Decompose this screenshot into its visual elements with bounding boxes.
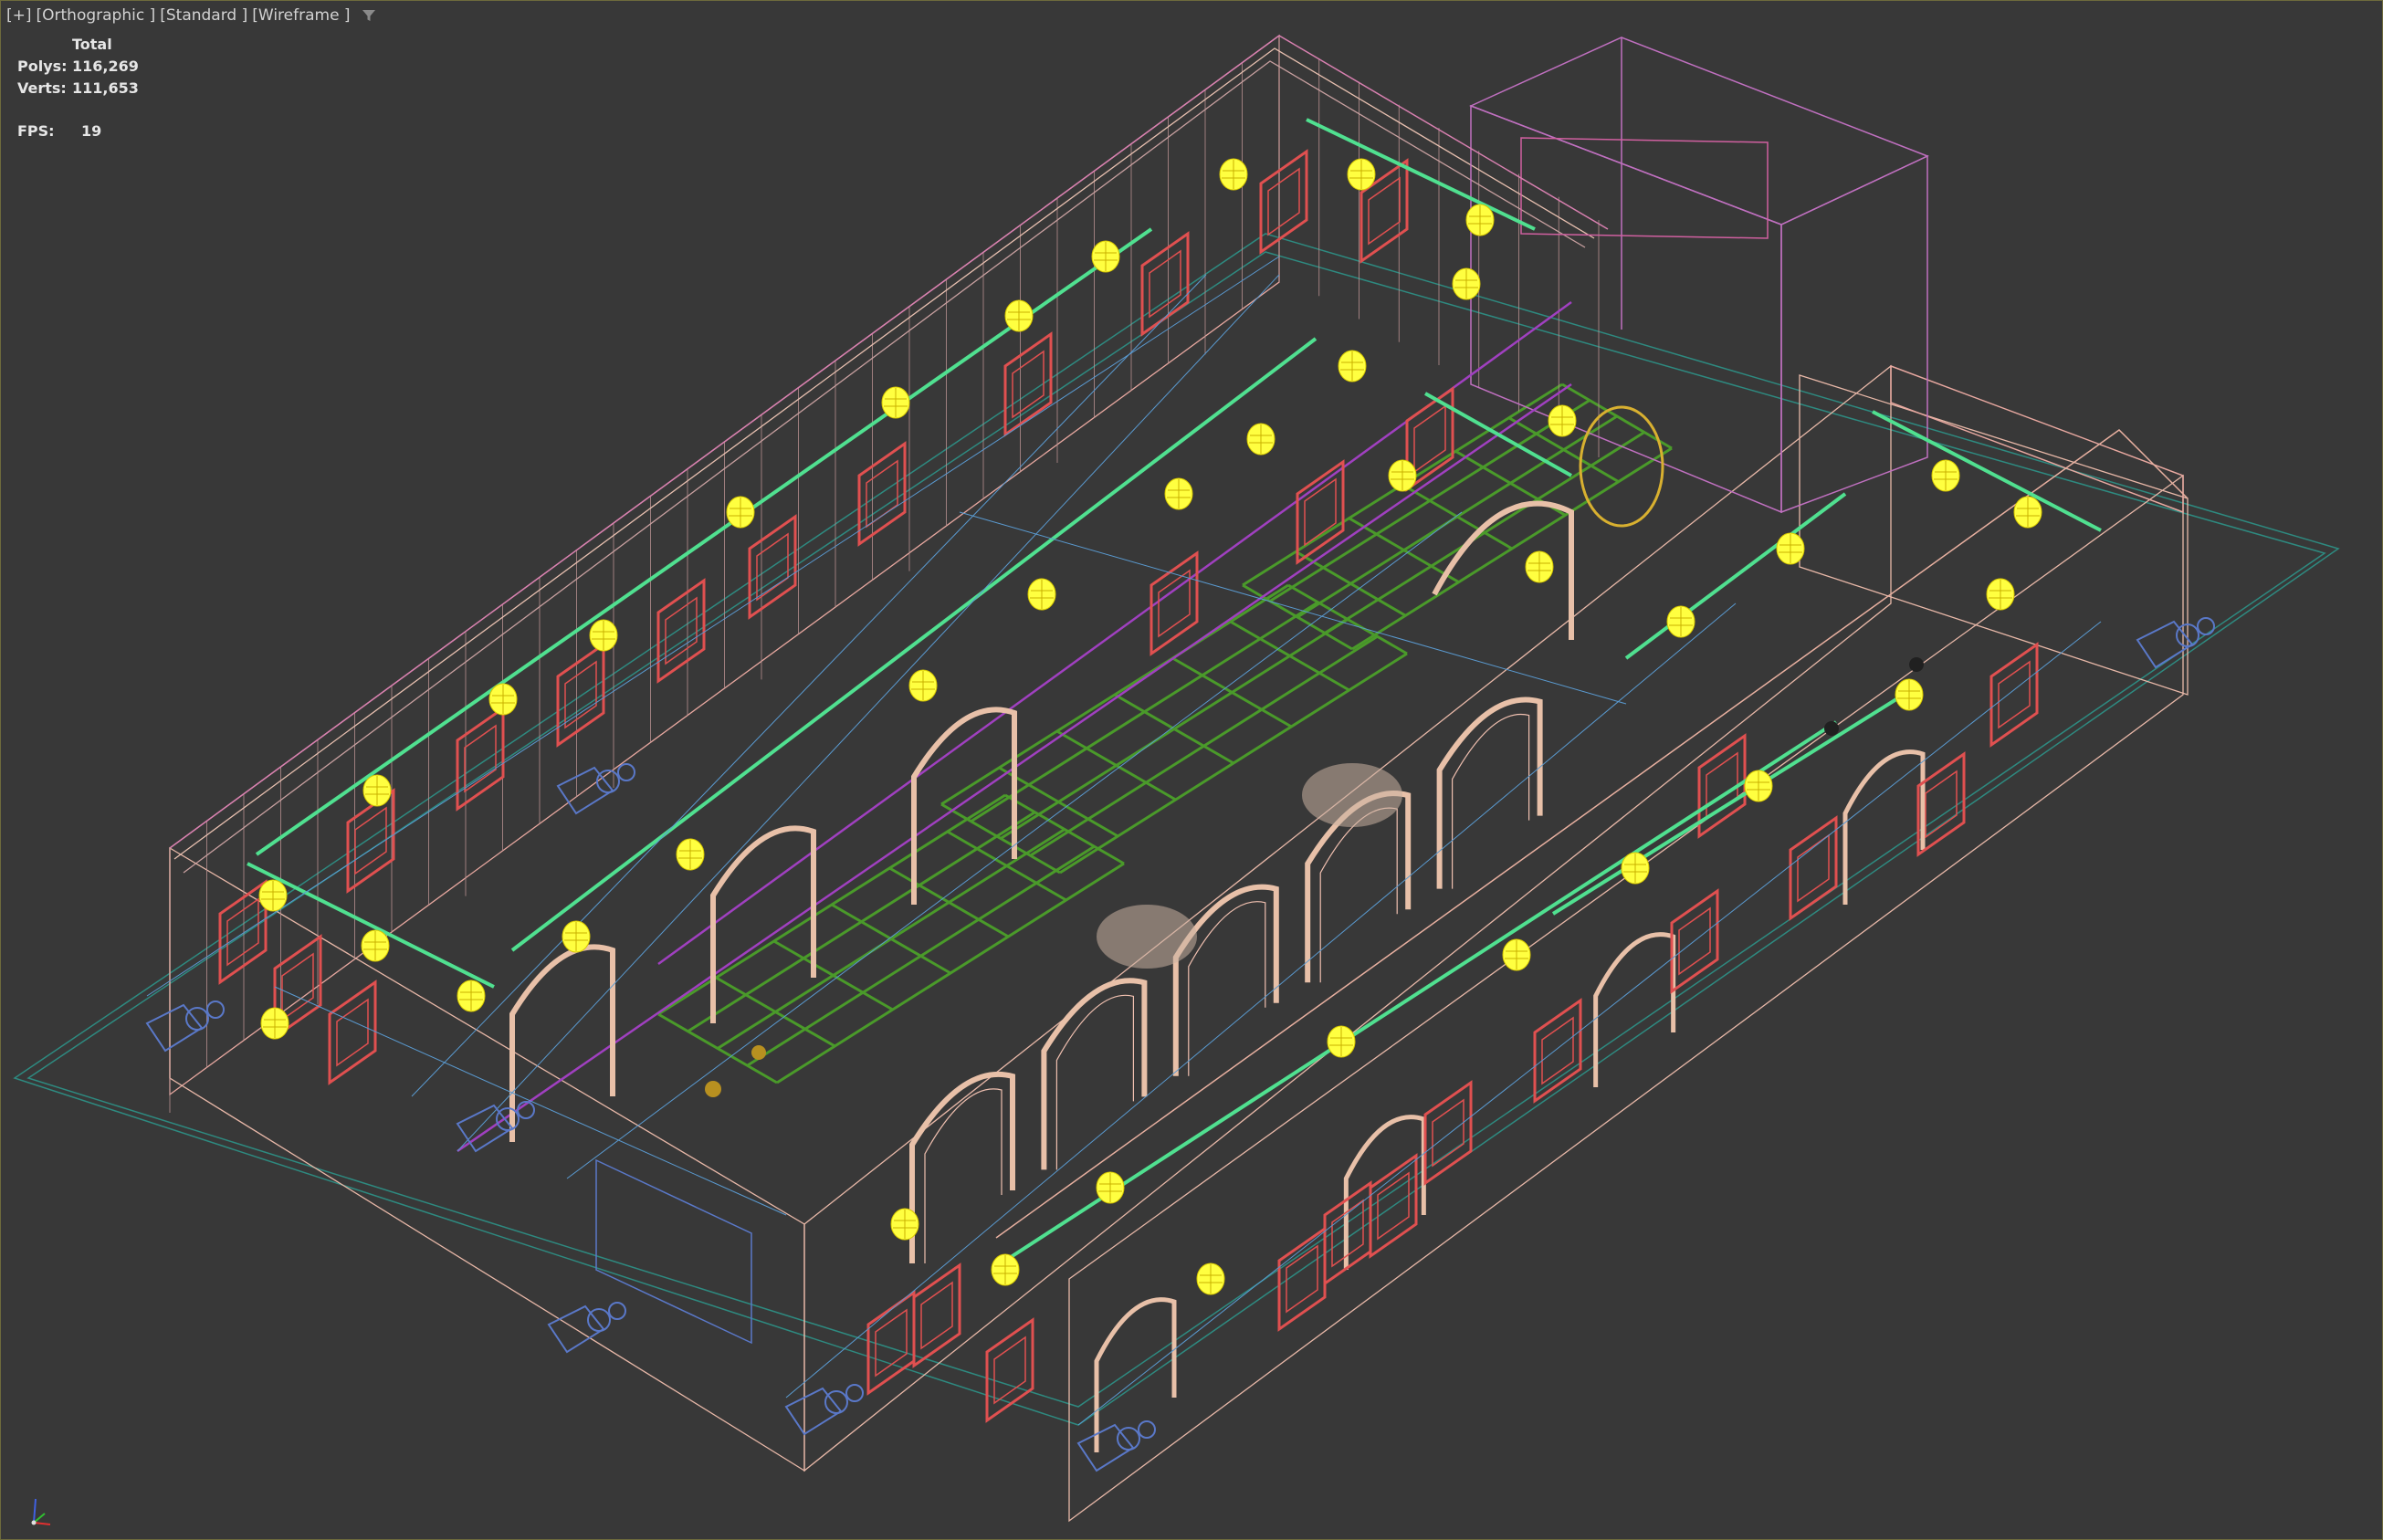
light-rail	[1003, 720, 1838, 1262]
camera-lens	[1117, 1427, 1140, 1451]
picture-frame-inner	[281, 952, 314, 1021]
picture-frame-inner	[564, 660, 597, 729]
funnel-icon[interactable]	[361, 7, 377, 24]
picture-frame-inner	[1012, 350, 1045, 419]
stats-total-header: Total	[72, 36, 112, 53]
arch-left	[509, 944, 615, 1142]
light-target-line	[274, 986, 787, 1216]
right-arcade-wall	[803, 364, 1892, 1472]
light-glow	[1302, 763, 1402, 827]
tower-front	[1470, 104, 1782, 514]
aisle-roof-edge	[995, 429, 2189, 1239]
camera-lens	[824, 1390, 848, 1414]
verts-label: Verts:	[17, 79, 67, 97]
camera-lens-2	[617, 763, 635, 781]
arch-aisle	[1593, 932, 1676, 1087]
picture-frame-inner	[1158, 569, 1191, 638]
picture-frame-inner	[993, 1336, 1026, 1405]
light-rail	[1872, 410, 2102, 532]
view-type-button[interactable]: [Orthographic ]	[37, 6, 156, 25]
viewport-orthographic[interactable]: [+] [Orthographic ] [Standard ] [Wirefra…	[0, 0, 2383, 1540]
axis-tripod-icon	[31, 1498, 51, 1525]
camera-lens	[496, 1107, 520, 1131]
helper-dot-black	[1824, 721, 1839, 736]
light-rails	[247, 118, 2102, 1262]
doorway-outline	[595, 1158, 752, 1345]
arch-inner	[1055, 994, 1134, 1170]
ground-inner	[26, 251, 2326, 1408]
camera-body	[145, 1003, 204, 1053]
picture-frame-inner	[1286, 1244, 1318, 1314]
picture-frame-inner	[1541, 1016, 1574, 1085]
fps-label: FPS:	[17, 122, 55, 140]
stats-polys-row: Polys: 116,269	[17, 56, 139, 78]
ground-plane	[13, 233, 2340, 1426]
light-glow	[1097, 905, 1197, 969]
picture-frame-inner	[1432, 1098, 1464, 1168]
display-mode-button[interactable]: [Wireframe ]	[252, 6, 350, 25]
picture-frame-inner	[336, 998, 369, 1067]
picture-frame-inner	[354, 806, 387, 875]
light-rail	[247, 862, 495, 989]
helper-dot	[751, 1045, 766, 1060]
arch-inner	[1188, 901, 1266, 1076]
polys-label: Polys:	[17, 58, 68, 75]
camera-lens-2	[206, 1000, 225, 1019]
light-target-line	[785, 602, 1737, 1399]
shading-mode-button[interactable]: [Standard ]	[160, 6, 247, 25]
light-target-line	[1077, 621, 2102, 1426]
camera-lens-2	[2197, 617, 2215, 635]
light-rail	[1306, 118, 1536, 231]
picture-frame-inner	[1925, 770, 1958, 839]
tower-window	[1520, 137, 1769, 239]
picture-frame-inner	[1267, 167, 1300, 236]
arch-left	[911, 707, 1017, 905]
helper-dot	[705, 1081, 721, 1097]
arch-inner	[1319, 807, 1398, 983]
light-rail	[1624, 492, 1847, 660]
ground-outline	[13, 233, 2340, 1426]
arch-inner	[924, 1088, 1003, 1263]
fps-value: 19	[81, 122, 102, 140]
picture-frame-inner	[875, 1308, 908, 1378]
inner-top-edge	[173, 47, 1595, 860]
outer-top-edge	[169, 35, 1609, 849]
wireframe-scene[interactable]	[1, 1, 2382, 1539]
tower-top	[1469, 37, 1929, 225]
arch-aisle	[1842, 749, 1926, 905]
aisle-back-wall	[1799, 374, 2189, 696]
camera-lens	[587, 1308, 611, 1332]
viewport-label: [+] [Orthographic ] [Standard ] [Wirefra…	[6, 6, 377, 25]
camera-lens-2	[845, 1384, 864, 1402]
picture-frame-inner	[1797, 833, 1830, 903]
verts-value: 111,653	[72, 79, 139, 97]
viewport-menu-button[interactable]: [+]	[6, 6, 32, 25]
floor-grid-1	[717, 828, 1066, 1050]
picture-frame-inner	[920, 1281, 953, 1350]
helper-dot-black	[1909, 657, 1924, 672]
stats-verts-row: Verts: 111,653	[17, 78, 139, 100]
picture-frame-inner	[866, 459, 898, 529]
picture-frame-inner	[1998, 660, 2031, 729]
picture-frame-inner	[1149, 249, 1181, 319]
camera-lens-2	[1138, 1420, 1156, 1439]
light-target-line	[146, 256, 1280, 997]
stats-fps-row: FPS: 19	[17, 120, 139, 142]
light-rail	[1424, 392, 1572, 477]
floor-grid-2	[1000, 618, 1349, 840]
picture-frame-inner	[464, 724, 497, 793]
polys-value: 116,269	[72, 58, 139, 75]
helpers	[705, 405, 1924, 1097]
camera-body	[784, 1387, 843, 1436]
picture-frame-inner	[1368, 176, 1401, 246]
light-target-line	[411, 274, 1207, 1097]
camera-lens	[185, 1007, 209, 1031]
tower-side	[1780, 154, 1928, 514]
camera-body	[2136, 620, 2194, 669]
statistics-overlay: Total Polys: 116,269 Verts: 111,653 FPS:…	[17, 34, 139, 142]
side-aisle-wall	[1068, 474, 2184, 1523]
building-walls	[169, 34, 2189, 1523]
camera-lens-2	[608, 1302, 626, 1320]
camera-body	[1076, 1423, 1135, 1472]
